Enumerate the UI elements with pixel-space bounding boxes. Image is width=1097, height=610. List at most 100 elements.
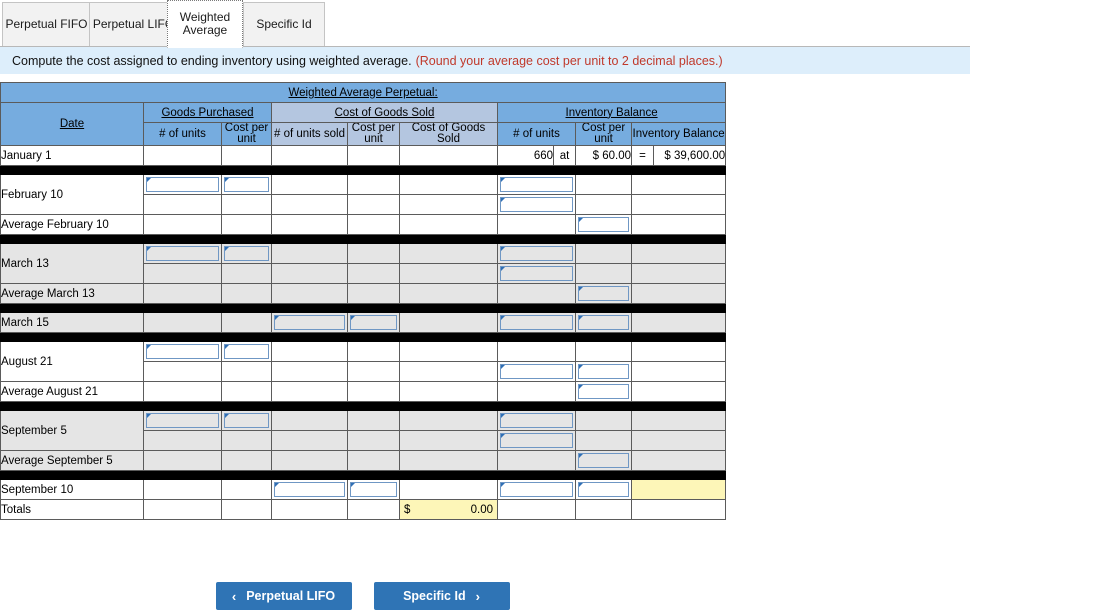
cell-cogs-total bbox=[399, 381, 498, 402]
input-gp-units[interactable] bbox=[146, 246, 219, 261]
cell-gp-units bbox=[143, 499, 222, 520]
input-ib-cost[interactable] bbox=[578, 315, 629, 330]
cell-ib-units bbox=[497, 194, 576, 215]
cell-cogs-cost bbox=[347, 214, 400, 235]
input-ib-units[interactable] bbox=[500, 315, 573, 330]
cell-ib-total bbox=[630, 263, 727, 284]
input-ib-cost[interactable] bbox=[578, 482, 629, 497]
input-ib-units[interactable] bbox=[500, 266, 573, 281]
table-row-february-10: February 10 bbox=[0, 174, 727, 215]
input-cogs-units[interactable] bbox=[274, 315, 345, 330]
cell-ib-cost bbox=[575, 341, 632, 362]
cell-ib-total bbox=[630, 341, 727, 362]
input-gp-cost[interactable] bbox=[224, 177, 269, 192]
row-label: Average August 21 bbox=[0, 381, 144, 402]
cell-gp-cost bbox=[221, 263, 272, 284]
cell-cogs-cost bbox=[347, 243, 400, 264]
cell-ib-cost bbox=[575, 214, 632, 235]
cell-cogs-units bbox=[271, 361, 348, 382]
table-title-row: Weighted Average Perpetual: bbox=[0, 82, 727, 103]
input-gp-units[interactable] bbox=[146, 177, 219, 192]
divider bbox=[574, 470, 727, 480]
input-ib-cost[interactable] bbox=[578, 364, 629, 379]
divider bbox=[0, 165, 727, 175]
row-label: March 15 bbox=[0, 312, 144, 333]
tab-label: Specific Id bbox=[256, 17, 312, 31]
cell-cogs-cost bbox=[347, 174, 400, 195]
cell-cogs-units bbox=[271, 479, 348, 500]
row-label: August 21 bbox=[0, 341, 144, 382]
cell-ib-units bbox=[497, 361, 576, 382]
table-row-september-5: September 5 bbox=[0, 410, 727, 451]
cell-gp-units bbox=[143, 174, 222, 195]
tab-weighted-average[interactable]: Weighted Average bbox=[167, 0, 243, 48]
tab-specific-id[interactable]: Specific Id bbox=[243, 2, 325, 46]
tab-perpetual-fifo[interactable]: Perpetual FIFO bbox=[2, 2, 91, 46]
cell-cogs-units bbox=[271, 430, 348, 451]
cell-operator-equals: = bbox=[631, 145, 654, 166]
cell-gp-units bbox=[143, 381, 222, 402]
input-ib-units[interactable] bbox=[500, 177, 573, 192]
next-specific-id-button[interactable]: Specific Id › bbox=[373, 582, 510, 610]
cell-gp-cost bbox=[221, 361, 272, 382]
cell-cogs-units bbox=[271, 174, 348, 195]
divider-row bbox=[0, 332, 727, 342]
table-row-average-september-5: Average September 5 bbox=[0, 450, 727, 471]
cell-cogs-total bbox=[399, 479, 498, 500]
input-gp-units[interactable] bbox=[146, 344, 219, 359]
divider-row bbox=[0, 470, 727, 480]
input-ib-units[interactable] bbox=[500, 413, 573, 428]
column-header-ib-cost: Cost per unit bbox=[575, 122, 632, 146]
cell-ib-cost bbox=[575, 243, 632, 264]
table-row-average-march-13: Average March 13 bbox=[0, 283, 727, 304]
cell-gp-units bbox=[143, 312, 222, 333]
cell-cogs-cost bbox=[347, 430, 400, 451]
column-group-inventory-balance: Inventory Balance bbox=[496, 102, 727, 123]
table-row-march-15: March 15 bbox=[0, 312, 727, 333]
cell-ib-units bbox=[497, 479, 576, 500]
tab-perpetual-lifo[interactable]: Perpetual LIFO bbox=[89, 2, 178, 46]
cell-ib-units bbox=[497, 499, 576, 520]
cell-cogs-cost bbox=[347, 312, 400, 333]
input-ib-cost[interactable] bbox=[578, 384, 629, 399]
input-cogs-cost[interactable] bbox=[350, 482, 397, 497]
input-cogs-cost[interactable] bbox=[350, 315, 397, 330]
input-ib-cost[interactable] bbox=[578, 453, 629, 468]
cell-cogs-total bbox=[399, 430, 498, 451]
cell-cogs-cost bbox=[347, 499, 400, 520]
cell-cogs-cost bbox=[347, 479, 400, 500]
input-ib-units[interactable] bbox=[500, 246, 573, 261]
cell-cogs-units bbox=[271, 145, 348, 166]
weighted-average-table-wrapper: Weighted Average Perpetual: Date Goods P… bbox=[0, 82, 727, 610]
cell-ib-total bbox=[630, 361, 727, 382]
input-ib-cost[interactable] bbox=[578, 286, 629, 301]
input-gp-cost[interactable] bbox=[224, 246, 269, 261]
input-gp-cost[interactable] bbox=[224, 413, 269, 428]
column-group-goods-purchased: Goods Purchased bbox=[143, 102, 272, 123]
input-cogs-units[interactable] bbox=[274, 482, 345, 497]
column-header-date: Date bbox=[0, 102, 144, 146]
prev-perpetual-lifo-button[interactable]: ‹ Perpetual LIFO bbox=[215, 582, 352, 610]
cell-cogs-cost bbox=[347, 450, 400, 471]
currency-symbol: $ bbox=[404, 503, 411, 516]
cell-cogs-total bbox=[399, 361, 498, 382]
column-header-ib-units: # of units bbox=[497, 122, 576, 146]
cell-ib-cost bbox=[575, 479, 632, 500]
input-gp-cost[interactable] bbox=[224, 344, 269, 359]
tab-label: Perpetual LIFO bbox=[92, 17, 175, 31]
cell-ib-units bbox=[497, 243, 576, 264]
cell-gp-units bbox=[143, 263, 222, 284]
input-ib-units[interactable] bbox=[500, 197, 573, 212]
cell-ib-total bbox=[630, 174, 727, 195]
divider-row bbox=[0, 165, 727, 175]
cell-ib-units bbox=[497, 430, 576, 451]
divider-row bbox=[0, 401, 727, 411]
cell-ib-cost bbox=[575, 361, 632, 382]
cell-ib-units bbox=[497, 174, 576, 195]
input-ib-units[interactable] bbox=[500, 482, 573, 497]
input-ib-units[interactable] bbox=[500, 433, 573, 448]
cell-gp-units bbox=[143, 214, 222, 235]
input-ib-units[interactable] bbox=[500, 364, 573, 379]
input-ib-cost[interactable] bbox=[578, 217, 629, 232]
input-gp-units[interactable] bbox=[146, 413, 219, 428]
